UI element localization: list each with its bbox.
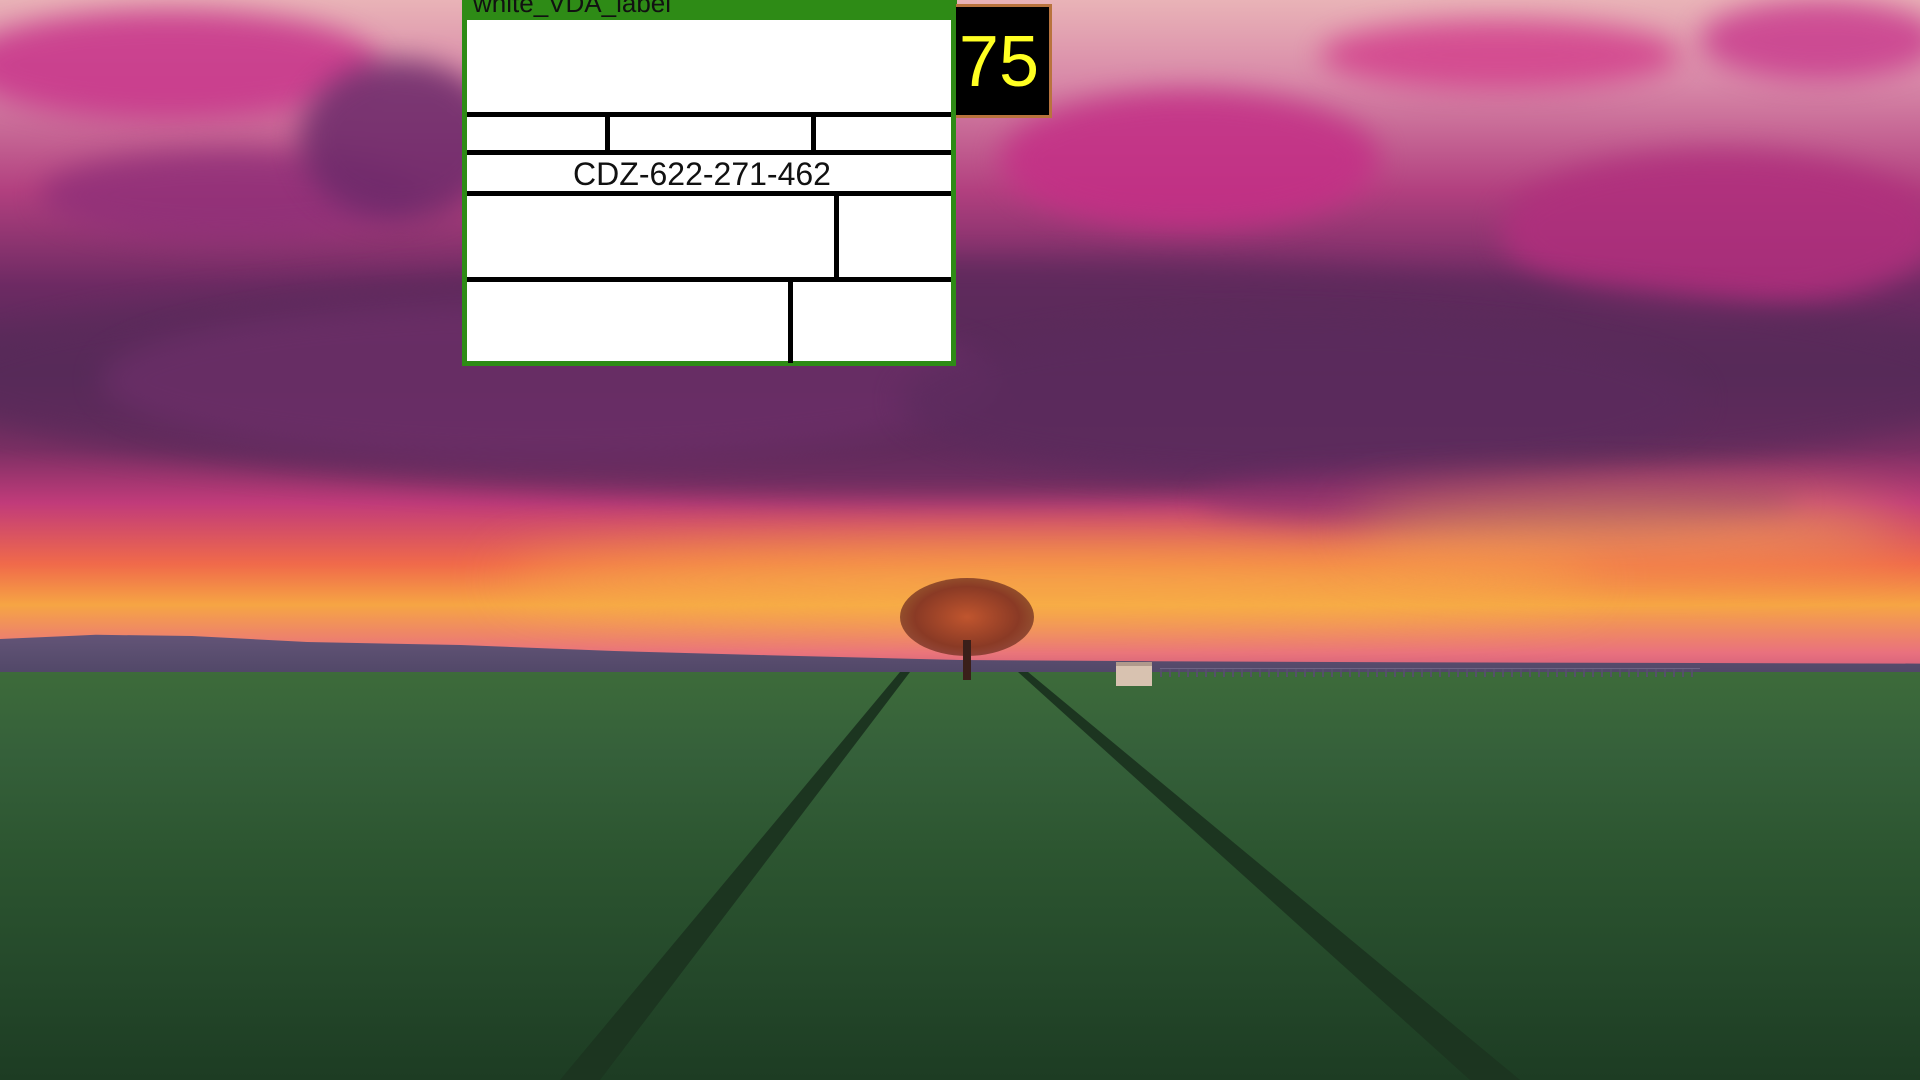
small-hut [1116,662,1152,686]
fence-line [1160,668,1700,677]
grass-field [0,672,1920,1080]
lone-tree-trunk [963,640,971,680]
label-divider [467,150,951,155]
counter-badge: 75 [956,4,1052,118]
label-header: white_VDA_label [467,0,957,20]
label-column-divider [811,114,816,152]
label-column-divider [834,193,839,279]
horizon-glow-secondary [1350,500,1910,560]
label-divider [467,112,951,117]
vda-label-widget[interactable]: white_VDA_label CDZ-622-271-462 [462,0,957,366]
label-code: CDZ-622-271-462 [573,156,831,192]
horizon-glow [500,545,1600,615]
label-column-divider [605,114,610,152]
desktop-scene: white_VDA_label CDZ-622-271-462 75 [0,0,1920,1080]
label-divider [467,277,951,282]
label-column-divider [788,279,793,363]
